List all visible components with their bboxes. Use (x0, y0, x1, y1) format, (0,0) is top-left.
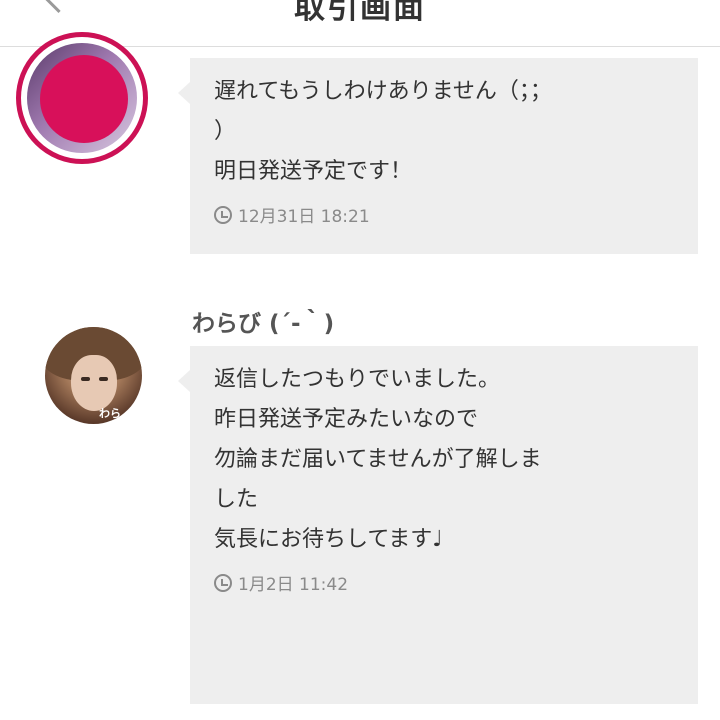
message-line: 遅れてもうしわけありません（；； (214, 79, 552, 104)
avatar-eye (81, 377, 90, 381)
page-title: 取引画面 (294, 0, 426, 26)
message-timestamp: 1月2日 11:42 (238, 575, 349, 595)
message-line: 気長にお待ちしてます♩ (214, 527, 443, 552)
clock-icon (214, 205, 232, 224)
message-bubble: 返信したつもりでいました。 昨日発送予定みたいなので 勿論まだ届いてませんが了解… (178, 346, 698, 704)
sender-name: わらび (´-｀) (192, 311, 335, 337)
message-line: した (214, 487, 259, 512)
message-bubble: 遅れてもうしわけありません（；； ） 明日発送予定です！ 12月31日 18:2… (178, 58, 698, 254)
message-line: 勿論まだ届いてませんが了解しま (214, 447, 542, 472)
clock-icon (214, 573, 232, 592)
message-line: 明日発送予定です！ (214, 159, 413, 184)
avatar-stamp: わら (99, 407, 121, 420)
avatar-eye (99, 377, 108, 381)
message-timestamp: 12月31日 18:21 (238, 207, 370, 227)
avatar-highlight (40, 55, 128, 143)
avatar[interactable] (16, 32, 148, 164)
avatar[interactable]: わら (45, 327, 142, 424)
message-line: 昨日発送予定みたいなので (214, 407, 479, 432)
message-line: 返信したつもりでいました。 (214, 367, 501, 392)
message-meta: 12月31日 18:21 (214, 202, 678, 227)
avatar-face (71, 355, 117, 411)
message-line: ） (214, 119, 237, 144)
message-meta: 1月2日 11:42 (214, 570, 678, 595)
